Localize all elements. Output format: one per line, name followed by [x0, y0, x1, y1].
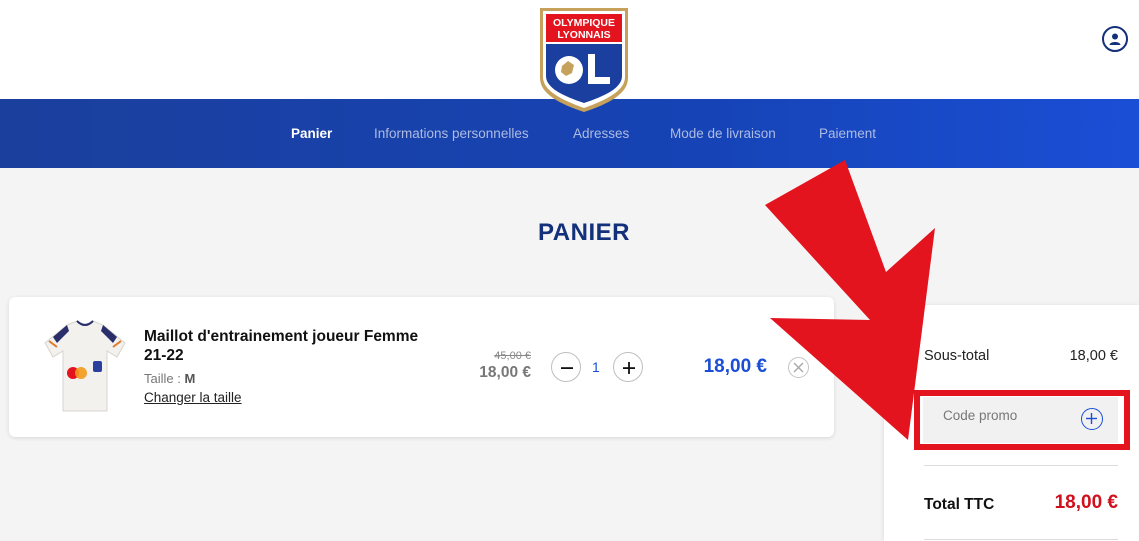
step-delivery-mode[interactable]: Mode de livraison	[670, 126, 776, 141]
plus-circle-icon	[1086, 413, 1097, 424]
step-cart[interactable]: Panier	[291, 126, 332, 141]
step-personal-info[interactable]: Informations personnelles	[374, 126, 529, 141]
page-title: PANIER	[538, 219, 630, 246]
total-label: Total TTC	[924, 496, 995, 513]
subtotal-value: 18,00 €	[1069, 348, 1118, 364]
change-size-link[interactable]: Changer la taille	[144, 390, 242, 405]
product-size: Taille : M	[144, 371, 195, 386]
summary-divider	[924, 465, 1118, 466]
summary-divider-bottom	[924, 539, 1118, 540]
promo-code-field[interactable]: Code promo	[923, 397, 1118, 443]
size-label: Taille :	[144, 371, 185, 386]
minus-icon	[561, 367, 573, 369]
quantity-increase-button[interactable]	[613, 352, 643, 382]
promo-code-placeholder: Code promo	[943, 408, 1018, 423]
logo-line1: OLYMPIQUE	[553, 17, 615, 29]
quantity-value[interactable]: 1	[592, 359, 600, 375]
promo-add-button[interactable]	[1081, 408, 1103, 430]
unit-price: 18,00 €	[479, 364, 531, 381]
original-price: 45,00 €	[494, 350, 531, 362]
line-total-price: 18,00 €	[703, 356, 767, 377]
ol-logo[interactable]: OLYMPIQUE LYONNAIS OL	[538, 6, 630, 114]
quantity-decrease-button[interactable]	[551, 352, 581, 382]
close-icon	[793, 362, 804, 373]
step-addresses[interactable]: Adresses	[573, 126, 629, 141]
logo-line2: LYONNAIS	[557, 29, 610, 41]
order-summary: Sous-total 18,00 € Code promo Total TTC …	[884, 305, 1139, 541]
plus-icon	[623, 362, 635, 374]
subtotal-label: Sous-total	[924, 348, 990, 364]
top-header: OLYMPIQUE LYONNAIS OL	[0, 0, 1139, 112]
size-value: M	[184, 371, 196, 386]
remove-item-button[interactable]	[788, 357, 809, 378]
account-button[interactable]	[1102, 26, 1128, 52]
step-payment[interactable]: Paiement	[819, 126, 876, 141]
product-image[interactable]	[37, 317, 133, 417]
cart-item: Maillot d'entrainement joueur Femme 21-2…	[9, 297, 834, 437]
total-value: 18,00 €	[1054, 492, 1118, 513]
product-name[interactable]: Maillot d'entrainement joueur Femme 21-2…	[144, 327, 444, 365]
user-circle-icon	[1109, 33, 1121, 45]
